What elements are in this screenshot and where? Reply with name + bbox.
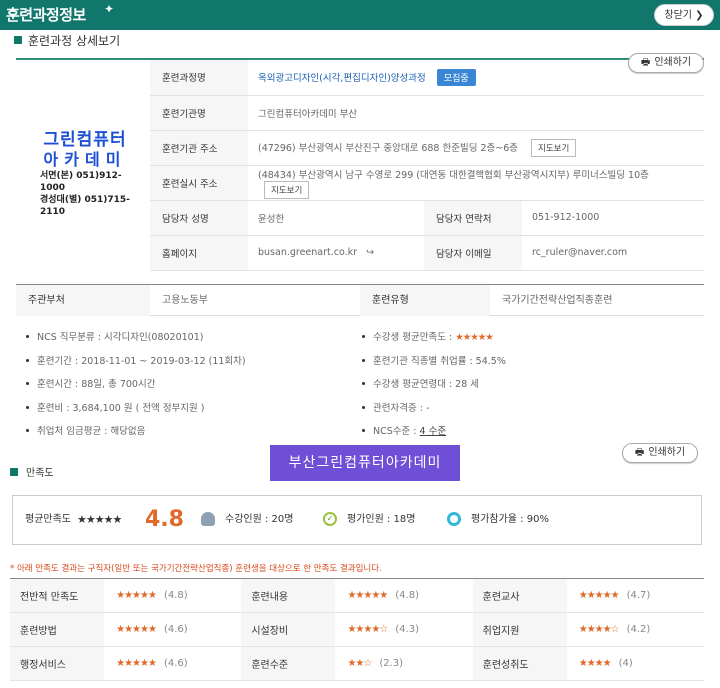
rating-stars: ★★★★★ — [116, 624, 157, 635]
course-info-table: 훈련과정명 옥외광고디자인(시각,편집디자인)양성과정 모집중 훈련기관명 그린… — [150, 60, 704, 271]
list-item: NCS수준 : 4 수준 — [362, 420, 506, 444]
homepage-cell: busan.greenart.co.kr ↪ — [248, 235, 424, 271]
rating-stars: ★★☆ — [347, 658, 372, 669]
contact-label: 담당자 연락처 — [424, 200, 522, 236]
rating-stars: ★★★★☆ — [347, 624, 388, 635]
table-row: 홈페이지 busan.greenart.co.kr ↪ 담당자 이메일 rc_r… — [150, 235, 704, 271]
list-item: 취업처 임금평균 : 해당없음 — [26, 420, 246, 444]
close-button[interactable]: 창닫기 ❯ — [654, 4, 714, 26]
average-satisfaction-box: 평균만족도 ★★★★★ 4.8 수강인원 : 20명 ✓ 평가인원 : 18명 평… — [12, 495, 702, 545]
contact-email: rc_ruler@naver.com — [522, 235, 704, 271]
site-map-button[interactable]: 지도보기 — [264, 180, 310, 199]
evaluator-count: ✓ 평가인원 : 18명 — [323, 496, 415, 544]
org-address: (47296) 부산광역시 부산진구 중앙대로 688 한준빌딩 2층~6층 — [258, 142, 518, 154]
status-badge: 모집중 — [436, 68, 476, 86]
table-row: 훈련과정명 옥외광고디자인(시각,편집디자인)양성과정 모집중 — [150, 60, 704, 96]
list-item: 수강생 평균연령대 : 28 세 — [362, 373, 506, 397]
rating-stars: ★★★★★ — [347, 590, 388, 601]
table-row: 행정서비스 ★★★★★ (4.6) 훈련수준 ★★☆ (2.3) 훈련성취도 ★★★… — [10, 646, 704, 681]
org-map-button[interactable]: 지도보기 — [531, 138, 577, 157]
table-row: 훈련기관명 그린컴퓨터아카데미 부산 — [150, 95, 704, 131]
rating-stars: ★★★★★ — [578, 590, 620, 601]
org-address-cell: (47296) 부산광역시 부산진구 중앙대로 688 한준빌딩 2층~6층 지… — [248, 130, 704, 166]
site-address: (48434) 부산광역시 남구 수영로 299 (대연동 대한결핵협회 부산광… — [258, 169, 649, 181]
academy-name-banner: 부산그린컴퓨터아카데미 — [270, 445, 460, 481]
manager-label: 담당자 성명 — [150, 200, 248, 236]
contact-phone: 051-912-1000 — [522, 200, 704, 236]
course-name-cell: 옥외광고디자인(시각,편집디자인)양성과정 모집중 — [248, 60, 704, 96]
org-address-label: 훈련기관 주소 — [150, 130, 248, 166]
participation-rate: 평가참가율 : 90% — [447, 496, 549, 544]
org-name: 그린컴퓨터아카데미 부산 — [248, 95, 704, 131]
training-type-label: 훈련유형 — [360, 285, 490, 316]
table-row: 전반적 만족도 ★★★★★ (4.8) 훈련내용 ★★★★★ (4.8) 훈련교사 … — [10, 578, 704, 613]
printer-icon: 🖶 — [634, 447, 645, 458]
satisfaction-heading: 만족도 — [10, 464, 54, 479]
print-button-satisfaction[interactable]: 🖶 인쇄하기 — [622, 443, 698, 463]
course-name-label: 훈련과정명 — [150, 60, 248, 96]
dept-value: 고용노동부 — [162, 295, 208, 306]
logo-line-3: 서면(본) 051)912-1000 — [40, 171, 122, 193]
satisfaction-notice: * 아래 만족도 결과는 구직자(일반 또는 국가기간전략산업직종) 훈련생을 … — [10, 564, 382, 574]
table-row: 훈련실시 주소 (48434) 부산광역시 남구 수영로 299 (대연동 대한… — [150, 165, 704, 201]
top-bar: 훈련과정정보 ✦ 창닫기 ❯ — [0, 0, 720, 30]
logo-line-4: 경성대(별) 051)715-2110 — [40, 195, 130, 217]
rating-stars: ★★★★☆ — [578, 624, 620, 635]
department-row: 주관부처 고용노동부 훈련유형 국가기간전략산업직종훈련 — [16, 284, 704, 316]
logo-line-2: 아카데미 — [43, 150, 127, 169]
section-heading: 훈련과정 상세보기 — [14, 32, 120, 46]
training-type-value: 국가기간전략산업직종훈련 — [502, 295, 613, 306]
logo-line-1: 그린컴퓨터 — [43, 130, 127, 150]
list-item: 훈련시간 : 88일, 총 700시간 — [26, 373, 246, 397]
list-item: NCS 직무분류 : 시각디자인(08020101) — [26, 326, 246, 350]
details-left-list: NCS 직무분류 : 시각디자인(08020101) 훈련기간 : 2018-1… — [26, 326, 246, 444]
list-item: 관련자격증 : - — [362, 397, 506, 421]
dept-label: 주관부처 — [16, 285, 150, 316]
rating-stars: ★★★★★ — [116, 658, 157, 669]
list-item: 수강생 평균만족도 : ★★★★★ — [362, 326, 506, 350]
enrolled-count: 수강인원 : 20명 — [201, 496, 293, 544]
square-bullet-icon — [14, 36, 22, 44]
donut-chart-icon — [447, 512, 461, 526]
manager-name: 윤성한 — [248, 200, 424, 236]
table-row: 담당자 성명 윤성한 담당자 연락처 051-912-1000 — [150, 200, 704, 236]
table-row: 훈련방법 ★★★★★ (4.6) 시설장비 ★★★★☆ (4.3) 취업지원 ★★★… — [10, 612, 704, 647]
ncs-level-link[interactable]: 4 수준 — [420, 426, 447, 437]
avg-label: 평균만족도 — [25, 514, 71, 525]
avg-value: 4.8 — [145, 507, 184, 532]
details-right-list: 수강생 평균만족도 : ★★★★★ 훈련기관 직종별 취업률 : 54.5% 수… — [362, 326, 506, 444]
org-name-label: 훈련기관명 — [150, 95, 248, 131]
list-item: 훈련비 : 3,684,100 원 ( 전액 정부지원 ) — [26, 397, 246, 421]
homepage-link[interactable]: busan.greenart.co.kr — [258, 247, 357, 258]
sparkle-icon: ✦ — [104, 2, 115, 16]
window-title: 훈련과정정보 — [6, 6, 86, 24]
check-icon: ✓ — [323, 512, 337, 526]
table-row: 훈련기관 주소 (47296) 부산광역시 부산진구 중앙대로 688 한준빌딩… — [150, 130, 704, 166]
person-icon — [201, 512, 215, 526]
rating-stars: ★★★★ — [578, 658, 612, 669]
section-title: 훈련과정 상세보기 — [28, 34, 121, 46]
rating-stars: ★★★★★ — [116, 590, 157, 601]
satisfaction-grid: 전반적 만족도 ★★★★★ (4.8) 훈련내용 ★★★★★ (4.8) 훈련교사 … — [10, 578, 704, 681]
list-item: 훈련기간 : 2018-11-01 ~ 2019-03-12 (11회차) — [26, 350, 246, 374]
homepage-label: 홈페이지 — [150, 235, 248, 271]
rating-stars: ★★★★★ — [455, 332, 494, 343]
external-link-icon[interactable]: ↪ — [366, 247, 374, 258]
square-bullet-icon — [10, 468, 18, 476]
email-label: 담당자 이메일 — [424, 235, 522, 271]
site-address-label: 훈련실시 주소 — [150, 165, 248, 201]
site-address-cell: (48434) 부산광역시 남구 수영로 299 (대연동 대한결핵협회 부산광… — [248, 165, 704, 201]
list-item: 훈련기관 직종별 취업률 : 54.5% — [362, 350, 506, 374]
course-name[interactable]: 옥외광고디자인(시각,편집디자인)양성과정 — [258, 73, 426, 84]
avg-stars: ★★★★★ — [77, 513, 122, 526]
academy-logo: 그린컴퓨터 아카데미 서면(본) 051)912-1000 경성대(별) 051… — [30, 130, 140, 218]
